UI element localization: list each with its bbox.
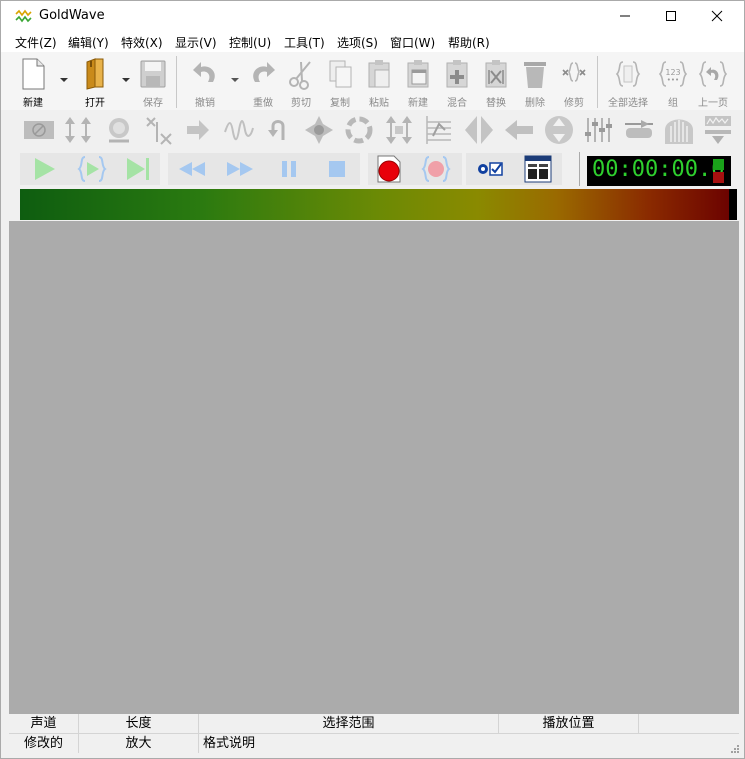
toolbar-separator bbox=[579, 152, 580, 186]
stop-icon[interactable] bbox=[322, 154, 352, 184]
scissors-icon bbox=[289, 61, 311, 90]
equalizer-sliders-icon[interactable] bbox=[583, 114, 615, 146]
pause-icon[interactable] bbox=[274, 154, 304, 184]
resize-grip-icon[interactable] bbox=[730, 744, 740, 754]
menu-edit[interactable]: 编辑(Y) bbox=[68, 34, 109, 51]
undo-dropdown-icon[interactable] bbox=[231, 77, 239, 83]
status-selection-range: 选择范围 bbox=[199, 714, 499, 733]
rewind-icon[interactable] bbox=[177, 154, 207, 184]
menu-effects[interactable]: 特效(X) bbox=[121, 34, 163, 51]
stereo-icon[interactable] bbox=[543, 114, 575, 146]
status-modified: 修改的 bbox=[9, 734, 79, 753]
paste-new-icon bbox=[407, 60, 429, 88]
reverse-icon[interactable] bbox=[263, 114, 295, 146]
record-selection-icon[interactable] bbox=[421, 154, 451, 184]
play-to-end-icon[interactable] bbox=[123, 154, 153, 184]
time-display: 00:00:00.0 bbox=[587, 156, 731, 186]
menu-control[interactable]: 控制(U) bbox=[229, 34, 271, 51]
toolbar-separator bbox=[597, 56, 598, 108]
title-bar[interactable]: GoldWave bbox=[1, 1, 744, 31]
play-selection-icon[interactable] bbox=[77, 154, 107, 184]
save-button[interactable]: 保存 bbox=[134, 56, 172, 109]
trash-icon bbox=[524, 62, 546, 88]
offset-icon[interactable] bbox=[503, 114, 535, 146]
undo-button[interactable]: 撤销 bbox=[186, 56, 224, 109]
redo-icon bbox=[253, 62, 275, 82]
record-new-icon[interactable] bbox=[374, 154, 404, 184]
close-icon bbox=[711, 10, 723, 22]
expand-icon[interactable] bbox=[383, 114, 415, 146]
fast-forward-icon[interactable] bbox=[225, 154, 255, 184]
pitch-icon[interactable] bbox=[423, 114, 455, 146]
select-all-button[interactable]: 全部选择 bbox=[608, 56, 648, 109]
status-zoom: 放大 bbox=[79, 734, 199, 753]
window-title: GoldWave bbox=[39, 8, 105, 23]
trim-icon bbox=[562, 62, 586, 82]
device-controls-icon[interactable] bbox=[475, 154, 505, 184]
compressor-icon[interactable] bbox=[303, 114, 335, 146]
level-meter-end bbox=[729, 189, 737, 220]
open-folder-icon bbox=[86, 58, 104, 90]
previous-button[interactable]: 上一页 bbox=[694, 56, 732, 109]
open-button[interactable]: 打开 bbox=[76, 56, 114, 109]
maximize-button[interactable] bbox=[648, 1, 694, 31]
save-disk-icon bbox=[140, 60, 166, 88]
status-play-position: 播放位置 bbox=[499, 714, 639, 733]
menu-tools[interactable]: 工具(T) bbox=[284, 34, 325, 51]
open-dropdown-icon[interactable] bbox=[122, 77, 130, 83]
mix-icon bbox=[446, 60, 468, 88]
toolbar-separator bbox=[176, 56, 177, 108]
noise-reduction-icon[interactable] bbox=[623, 114, 655, 146]
change-volume-icon[interactable] bbox=[62, 114, 94, 146]
status-bar: 声道 长度 选择范围 播放位置 修改的 放大 格式说明 bbox=[1, 714, 744, 758]
goldwave-window: GoldWave 文件(Z) 编辑(Y) 特效(X) 显示(V) 控制(U) 工… bbox=[0, 0, 745, 759]
replace-icon bbox=[485, 60, 507, 88]
menu-view[interactable]: 显示(V) bbox=[175, 34, 217, 51]
echo-icon[interactable] bbox=[103, 114, 135, 146]
close-button[interactable] bbox=[694, 1, 740, 31]
menu-options[interactable]: 选项(S) bbox=[337, 34, 378, 51]
flanger-icon[interactable] bbox=[343, 114, 375, 146]
status-format: 格式说明 bbox=[203, 736, 256, 751]
level-meter bbox=[20, 189, 735, 220]
group-icon: 123••• bbox=[659, 61, 687, 87]
transport-toolbar: 00:00:00.0 bbox=[1, 150, 744, 188]
goldwave-logo-icon bbox=[15, 9, 32, 23]
status-led-red bbox=[713, 172, 724, 183]
paste-icon bbox=[368, 60, 390, 88]
properties-window-icon[interactable] bbox=[523, 154, 553, 184]
new-dropdown-icon[interactable] bbox=[60, 77, 68, 83]
filter-icon[interactable] bbox=[663, 114, 695, 146]
status-led-green bbox=[713, 159, 724, 170]
group-button[interactable]: 123 ••• 组 bbox=[654, 56, 692, 109]
status-channels: 声道 bbox=[9, 714, 79, 733]
effects-toolbar bbox=[1, 110, 744, 150]
copy-icon bbox=[329, 60, 352, 88]
minimize-button[interactable] bbox=[602, 1, 648, 31]
status-length: 长度 bbox=[79, 714, 199, 733]
spectrum-filter-icon[interactable] bbox=[702, 114, 734, 146]
channel-mixer-icon[interactable] bbox=[143, 114, 175, 146]
menu-help[interactable]: 帮助(R) bbox=[448, 34, 490, 51]
menu-file[interactable]: 文件(Z) bbox=[15, 34, 57, 51]
select-all-icon bbox=[615, 61, 641, 87]
new-file-icon bbox=[22, 58, 45, 90]
trim-button[interactable]: 修剪 bbox=[555, 56, 593, 109]
doppler-icon[interactable] bbox=[183, 114, 215, 146]
previous-icon bbox=[699, 61, 727, 87]
equalizer-wave-icon[interactable] bbox=[223, 114, 255, 146]
menu-window[interactable]: 窗口(W) bbox=[390, 34, 435, 51]
main-toolbar: 新建 打开 保存 撤销 重做 剪切 复制 粘贴 新建 混合 替换 删除 修剪 全… bbox=[1, 52, 744, 110]
new-button[interactable]: 新建 bbox=[14, 56, 52, 109]
minimize-icon bbox=[620, 15, 630, 17]
play-icon[interactable] bbox=[29, 154, 59, 184]
undo-icon bbox=[193, 62, 215, 82]
maximize-icon bbox=[666, 11, 676, 21]
svg-text:•••: ••• bbox=[667, 76, 679, 84]
pan-icon[interactable] bbox=[463, 114, 495, 146]
document-workspace[interactable] bbox=[9, 221, 739, 714]
time-readout: 00:00:00.0 bbox=[592, 157, 725, 182]
menu-bar: 文件(Z) 编辑(Y) 特效(X) 显示(V) 控制(U) 工具(T) 选项(S… bbox=[1, 31, 744, 52]
volume-icon[interactable] bbox=[23, 114, 55, 146]
